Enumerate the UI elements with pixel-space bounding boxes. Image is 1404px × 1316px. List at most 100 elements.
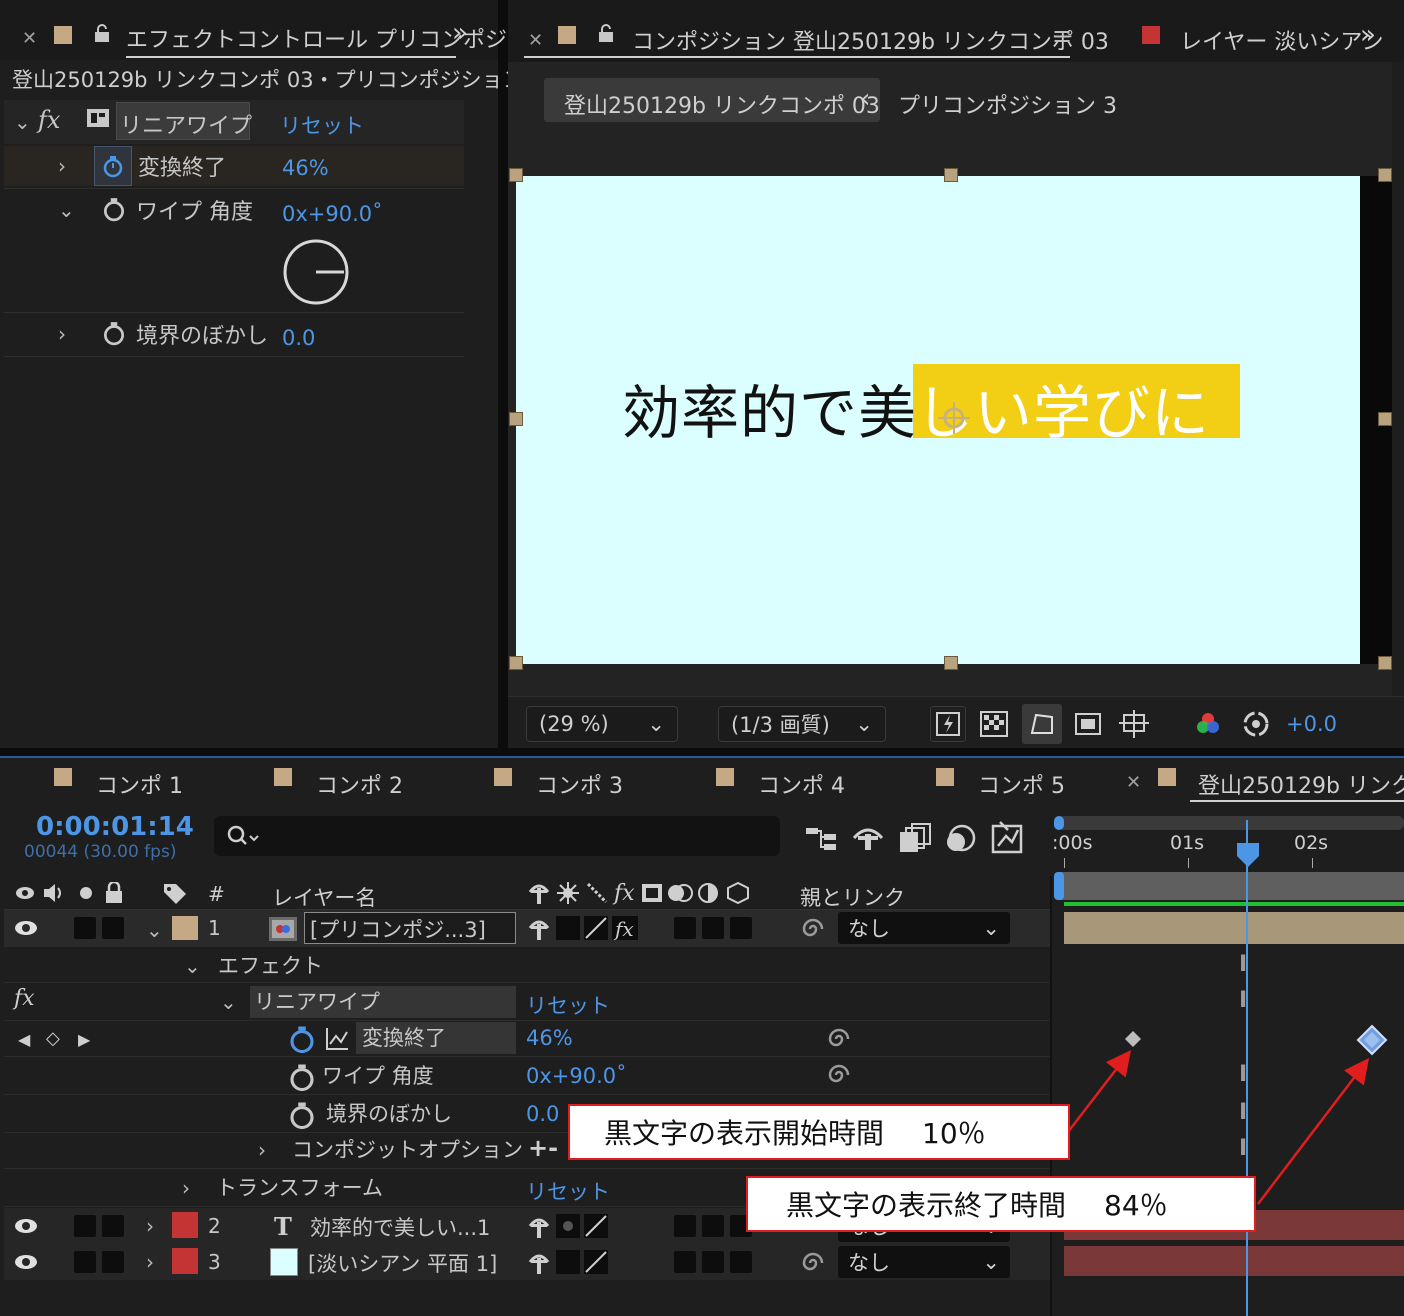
- menu-icon[interactable]: ≡: [1052, 22, 1072, 50]
- timeline-tab-comp5[interactable]: コンポ 5: [978, 768, 1065, 800]
- resolution-dropdown[interactable]: (1/3 画質) ⌄: [718, 706, 886, 742]
- effect-reset-link[interactable]: リセット: [526, 990, 610, 1020]
- playhead-handle-icon[interactable]: [1236, 842, 1260, 868]
- layer-switch-icons[interactable]: fx: [528, 914, 640, 942]
- chevron-down-icon[interactable]: ⌄: [146, 918, 163, 942]
- layer-name-3[interactable]: [淡いシアン 平面 1]: [308, 1248, 497, 1278]
- column-parent-link[interactable]: 親とリンク: [800, 882, 905, 912]
- eye-icon[interactable]: [14, 1216, 38, 1236]
- prop-value-wipe-angle[interactable]: 0x+90.0˚: [282, 202, 383, 226]
- chevron-right-icon[interactable]: ›: [182, 1176, 190, 1200]
- switch-box[interactable]: [730, 917, 752, 939]
- chevron-down-icon[interactable]: ⌄: [58, 198, 75, 222]
- add-keyframe-icon[interactable]: ◇: [46, 1028, 60, 1049]
- timeline-tab-comp3[interactable]: コンポ 3: [536, 768, 623, 800]
- prop-value-transition-completion[interactable]: 46%: [282, 156, 329, 180]
- eye-icon[interactable]: [14, 918, 38, 938]
- timeline-tab-comp2[interactable]: コンポ 2: [316, 768, 403, 800]
- column-layer-name[interactable]: レイヤー名: [272, 882, 376, 912]
- transform-handle[interactable]: [1378, 412, 1392, 426]
- solo-switch[interactable]: [74, 1215, 96, 1237]
- work-area-start-handle[interactable]: [1054, 816, 1064, 830]
- prev-keyframe-icon[interactable]: ◀: [18, 1030, 30, 1049]
- reset-exposure-icon[interactable]: [1238, 706, 1274, 742]
- chevron-right-icon[interactable]: ›: [146, 1214, 154, 1238]
- switch-box[interactable]: [674, 1251, 696, 1273]
- composite-options-add[interactable]: +-: [528, 1134, 558, 1162]
- chevron-down-icon[interactable]: ⌄: [220, 990, 237, 1014]
- lock-switch[interactable]: [102, 917, 124, 939]
- fx-icon[interactable]: fx: [14, 986, 35, 1011]
- prop-value-feather[interactable]: 0.0: [282, 326, 315, 350]
- stopwatch-icon[interactable]: [288, 1100, 316, 1130]
- chevron-down-icon[interactable]: ⌄: [14, 110, 31, 134]
- chevron-right-icon[interactable]: ›: [146, 1250, 154, 1274]
- chevron-right-icon[interactable]: ›: [58, 154, 66, 178]
- switch-box[interactable]: [674, 1215, 696, 1237]
- close-icon[interactable]: ✕: [22, 28, 37, 49]
- switch-box[interactable]: [730, 1251, 752, 1273]
- pick-whip-icon[interactable]: [800, 1250, 826, 1276]
- stopwatch-icon[interactable]: [102, 320, 126, 346]
- shy-layers-icon[interactable]: [850, 822, 886, 854]
- layer-tab-title[interactable]: レイヤー 淡いシアン: [1180, 24, 1383, 56]
- timeline-tab-comp1[interactable]: コンポ 1: [96, 768, 183, 800]
- eye-icon[interactable]: [14, 1252, 38, 1272]
- switch-box[interactable]: [702, 1251, 724, 1273]
- next-keyframe-icon[interactable]: ▶: [78, 1030, 90, 1049]
- tl-prop-value-transition[interactable]: 46%: [526, 1026, 573, 1050]
- layer-label-color[interactable]: [172, 1248, 198, 1274]
- switch-box[interactable]: [702, 1215, 724, 1237]
- switch-box[interactable]: [702, 917, 724, 939]
- transform-handle[interactable]: [509, 412, 523, 426]
- lock-icon[interactable]: [598, 24, 614, 42]
- close-icon[interactable]: ✕: [528, 30, 543, 51]
- transform-handle[interactable]: [944, 656, 958, 670]
- stopwatch-icon-active[interactable]: [94, 146, 132, 186]
- graph-icon[interactable]: [324, 1026, 350, 1052]
- tl-prop-value-feather[interactable]: 0.0: [526, 1102, 559, 1126]
- fast-preview-icon[interactable]: [930, 706, 966, 742]
- lock-switch[interactable]: [102, 1251, 124, 1273]
- lock-switch[interactable]: [102, 1215, 124, 1237]
- pick-whip-icon[interactable]: [826, 1062, 852, 1088]
- transform-handle[interactable]: [509, 656, 523, 670]
- layer-bar-1[interactable]: [1064, 912, 1404, 944]
- breadcrumb-precomp[interactable]: プリコンポジション 3: [898, 88, 1117, 120]
- layer-label-color[interactable]: [172, 916, 198, 940]
- anchor-point-icon[interactable]: [936, 400, 972, 436]
- layer-switch-icons[interactable]: [528, 1248, 612, 1276]
- lock-icon[interactable]: [94, 24, 110, 42]
- work-area-bar[interactable]: [1056, 816, 1404, 830]
- transparency-grid-icon[interactable]: [976, 706, 1012, 742]
- parent-dropdown-1[interactable]: なし ⌄: [838, 912, 1010, 944]
- color-channels-icon[interactable]: [1190, 706, 1226, 742]
- search-input[interactable]: [214, 816, 780, 856]
- transform-handle[interactable]: [1378, 168, 1392, 182]
- switch-box[interactable]: [674, 917, 696, 939]
- close-icon[interactable]: ✕: [1126, 772, 1141, 793]
- transform-reset-link[interactable]: リセット: [526, 1176, 610, 1206]
- stopwatch-icon[interactable]: [102, 196, 126, 222]
- pick-whip-icon[interactable]: [800, 916, 826, 942]
- angle-dial-icon[interactable]: [282, 238, 350, 306]
- solo-switch[interactable]: [74, 917, 96, 939]
- chevron-right-icon[interactable]: ›: [58, 322, 66, 346]
- motion-blur-icon[interactable]: [944, 822, 978, 854]
- panel-overflow-icon[interactable]: »: [1360, 20, 1376, 50]
- chevron-right-icon[interactable]: ›: [258, 1138, 266, 1162]
- stopwatch-icon-active[interactable]: [288, 1024, 316, 1054]
- timeline-tab-active[interactable]: 登山250129b リンクコン: [1198, 768, 1404, 800]
- transform-handle[interactable]: [944, 168, 958, 182]
- panel-overflow-icon[interactable]: »: [452, 18, 468, 48]
- frame-blending-icon[interactable]: [898, 822, 932, 854]
- reset-link[interactable]: リセット: [280, 110, 364, 140]
- layer-label-color[interactable]: [172, 1212, 198, 1238]
- solo-switch[interactable]: [74, 1251, 96, 1273]
- transform-handle[interactable]: [509, 168, 523, 182]
- current-time[interactable]: 0:00:01:14: [36, 812, 194, 842]
- region-of-interest-icon[interactable]: [1070, 706, 1106, 742]
- comp-flowchart-icon[interactable]: [804, 824, 840, 854]
- grid-guides-icon[interactable]: [1116, 706, 1152, 742]
- pick-whip-icon[interactable]: [826, 1026, 852, 1052]
